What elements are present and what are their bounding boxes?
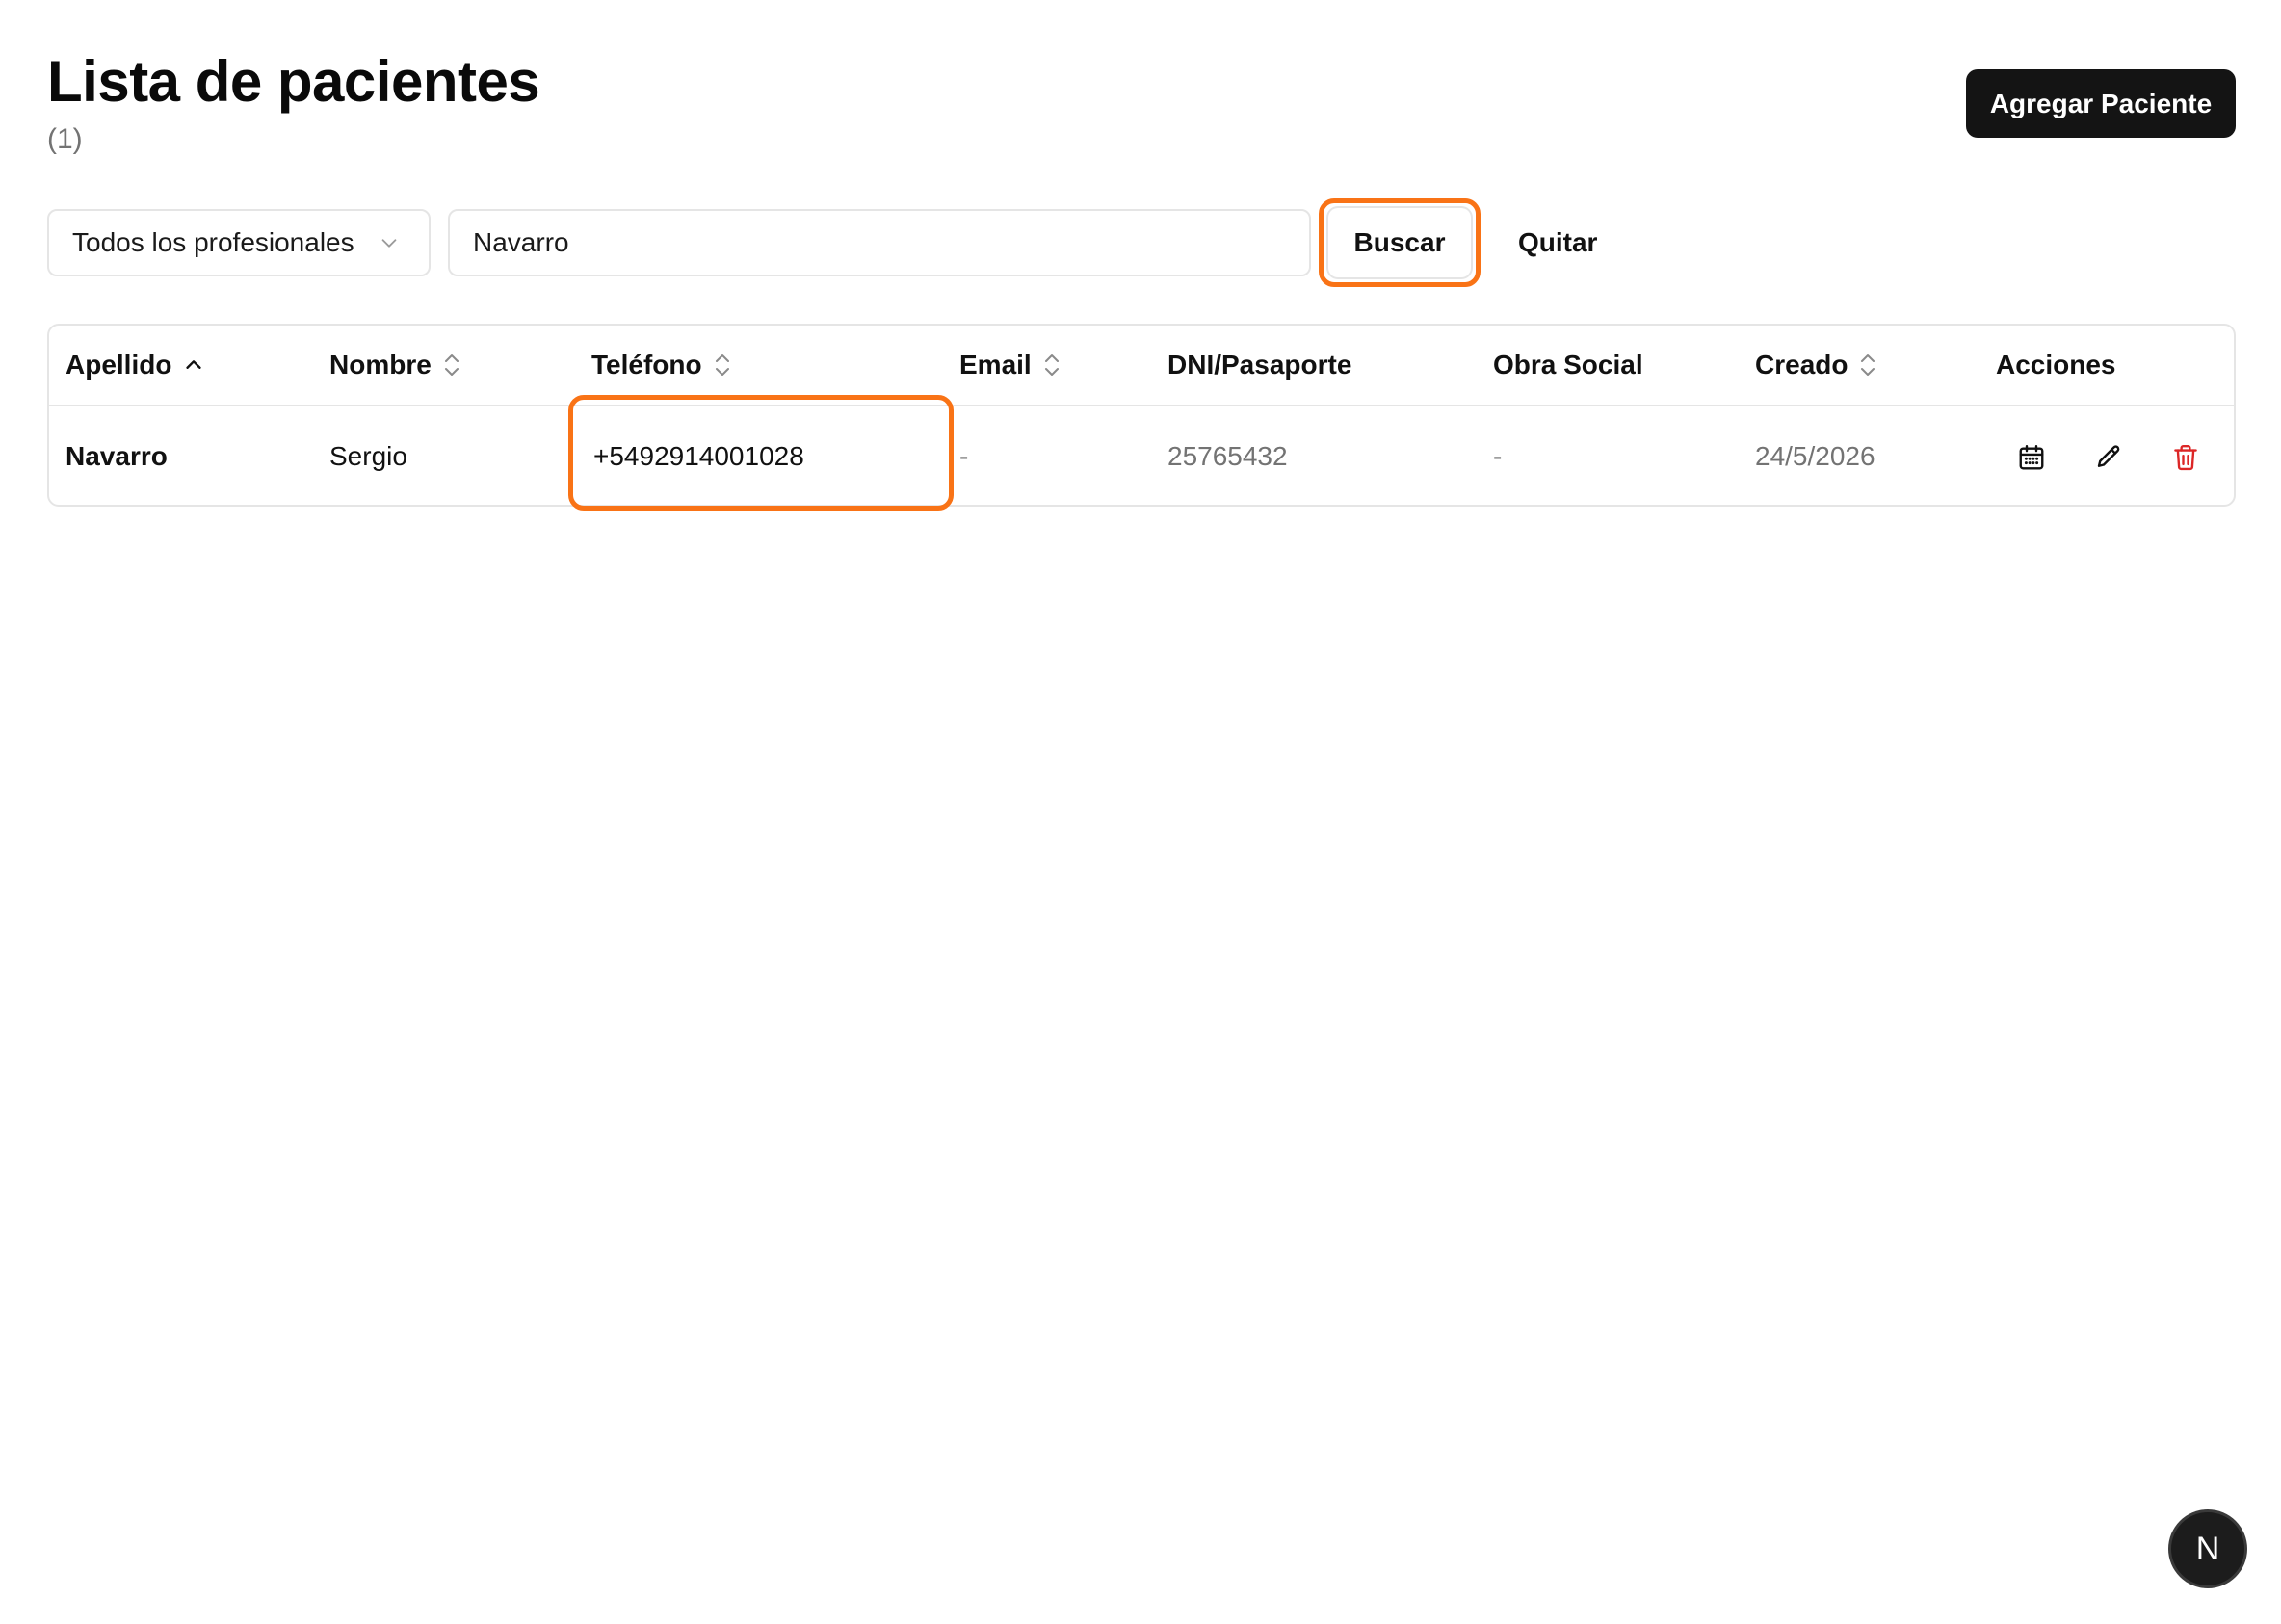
cell-telefono: +5492914001028 [593,441,804,471]
sort-icon [1044,354,1059,376]
add-patient-button[interactable]: Agregar Paciente [1966,69,2236,138]
calendar-icon [2019,444,2044,470]
edit-patient-button[interactable] [2089,438,2128,477]
patient-count: (1) [47,123,83,155]
cell-nombre: Sergio [329,441,407,471]
patients-page: Lista de pacientes (1) Agregar Paciente … [0,0,2281,1624]
cell-apellido: Navarro [66,441,168,471]
patients-table: Apellido Nombre Teléfono Email DNI/Pasap… [47,324,2236,511]
column-header-telefono[interactable]: Teléfono [591,326,731,405]
delete-patient-button[interactable] [2166,438,2205,477]
column-header-nombre[interactable]: Nombre [329,326,460,405]
clear-filter-button[interactable]: Quitar [1497,209,1618,276]
cell-obra-social: - [1493,441,1503,471]
cell-creado: 24/5/2026 [1755,441,1875,471]
column-header-obra-social: Obra Social [1493,350,1643,380]
column-header-apellido[interactable]: Apellido [66,326,204,405]
trash-icon [2174,444,2197,471]
sort-icon [444,354,459,376]
cell-email: - [959,441,969,471]
pencil-icon [2097,445,2120,467]
next-dev-indicator[interactable]: N [2171,1512,2244,1585]
sort-icon [1861,354,1875,376]
cell-dni: 25765432 [1167,441,1288,471]
search-button[interactable]: Buscar [1319,198,1481,287]
table-header: Apellido Nombre Teléfono Email DNI/Pasap… [49,326,2234,406]
professional-select[interactable]: Todos los profesionales [47,209,431,276]
column-header-email[interactable]: Email [959,326,1061,405]
column-header-acciones: Acciones [1996,350,2116,380]
sort-ascending-icon [186,360,202,369]
search-button-label: Buscar [1328,208,1471,277]
schedule-appointment-button[interactable] [2012,438,2051,477]
chevron-down-icon [381,239,397,248]
professional-select-value: Todos los profesionales [72,227,354,257]
page-title: Lista de pacientes [47,49,540,114]
search-input[interactable] [448,209,1311,276]
column-header-dni: DNI/Pasaporte [1167,350,1352,380]
sort-icon [715,354,729,376]
column-header-creado[interactable]: Creado [1755,326,1876,405]
